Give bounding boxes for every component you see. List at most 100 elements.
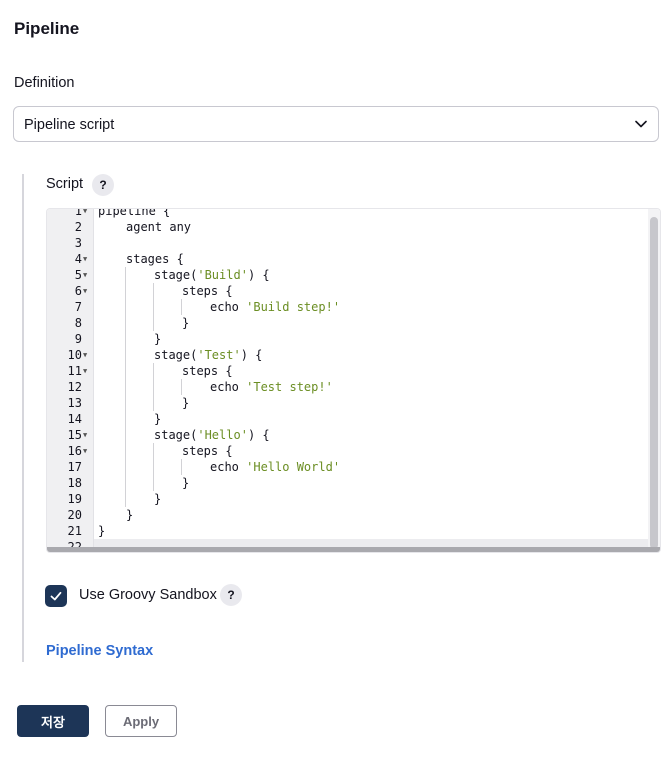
code-token: agent any	[126, 220, 192, 234]
indent-guide	[125, 411, 126, 427]
code-text: stage('Build') {	[154, 267, 270, 283]
indent-guide	[153, 315, 154, 331]
line-number: 4	[74, 252, 82, 266]
code-line[interactable]: 10 ▼ stage('Test') {	[47, 347, 647, 363]
code-string: 'Build step!'	[246, 300, 341, 314]
script-editor[interactable]: 1 ▼ pipeline {2 agent any 3 4 ▼ stages {5 ▼ stage…	[46, 208, 661, 553]
definition-select-value: Pipeline script	[24, 117, 115, 133]
fold-toggle-icon[interactable]: ▼	[83, 283, 87, 299]
section-title: Pipeline	[14, 19, 80, 38]
code-line[interactable]: 15 ▼ stage('Hello') {	[47, 427, 647, 443]
indent-guide	[125, 299, 126, 315]
definition-select[interactable]: Pipeline script	[13, 106, 659, 142]
code-text: pipeline {	[98, 209, 170, 219]
code-line[interactable]: 21}	[47, 523, 647, 539]
horizontal-scrollbar[interactable]	[47, 547, 660, 552]
code-token: stage(	[154, 348, 198, 362]
code-line[interactable]: 17 echo 'Hello World'	[47, 459, 647, 475]
code-line[interactable]: 13}	[47, 395, 647, 411]
fold-toggle-icon[interactable]: ▼	[83, 347, 87, 363]
code-token: steps {	[182, 284, 233, 298]
indent-guide	[125, 427, 126, 443]
code-text: }	[154, 331, 161, 347]
indent-guide	[125, 363, 126, 379]
fold-toggle-icon[interactable]: ▼	[83, 443, 87, 459]
indent-guide	[153, 475, 154, 491]
indent-guide	[153, 363, 154, 379]
code-line[interactable]: 8}	[47, 315, 647, 331]
indent-guide	[125, 443, 126, 459]
indent-guide	[153, 283, 154, 299]
code-line[interactable]: 18}	[47, 475, 647, 491]
code-line[interactable]: 20}	[47, 507, 647, 523]
code-text: }	[98, 523, 105, 539]
indent-guide	[125, 379, 126, 395]
code-line[interactable]: 19}	[47, 491, 647, 507]
line-number: 9	[74, 332, 82, 346]
code-text: echo 'Hello World'	[210, 459, 340, 475]
line-number: 13	[67, 396, 82, 410]
code-line[interactable]: 7 echo 'Build step!'	[47, 299, 647, 315]
indent-guide	[181, 379, 182, 395]
checkmark-icon	[50, 591, 62, 601]
code-line[interactable]: 5 ▼ stage('Build') {	[47, 267, 647, 283]
code-line[interactable]: 12 echo 'Test step!'	[47, 379, 647, 395]
groovy-sandbox-label[interactable]: Use Groovy Sandbox	[79, 587, 217, 603]
vertical-scrollbar-thumb[interactable]	[650, 217, 658, 549]
indent-guide	[125, 459, 126, 475]
code-line[interactable]: 4 ▼ stages {	[47, 251, 647, 267]
code-string: 'Test step!'	[246, 380, 333, 394]
fold-toggle-icon[interactable]: ▼	[83, 363, 87, 379]
code-line[interactable]: 11 ▼ steps {	[47, 363, 647, 379]
save-button[interactable]: 저장	[17, 705, 89, 737]
groovy-sandbox-checkbox[interactable]	[45, 585, 67, 607]
code-token: }	[126, 508, 134, 522]
line-number: 20	[67, 508, 82, 522]
code-token: }	[154, 332, 162, 346]
indent-guide	[153, 395, 154, 411]
fold-toggle-icon[interactable]: ▼	[83, 267, 87, 283]
fold-toggle-icon[interactable]: ▼	[83, 427, 87, 443]
line-number: 1	[74, 208, 82, 218]
code-text: }	[182, 395, 189, 411]
code-line[interactable]: 16 ▼ steps {	[47, 443, 647, 459]
script-help-icon[interactable]: ?	[92, 174, 114, 196]
indent-guide	[181, 459, 182, 475]
line-number: 10	[67, 348, 82, 362]
code-line[interactable]: 6 ▼ steps {	[47, 283, 647, 299]
line-number: 3	[74, 236, 82, 250]
code-text: steps {	[182, 283, 233, 299]
fold-toggle-icon[interactable]: ▼	[83, 209, 87, 219]
code-text: steps {	[182, 363, 233, 379]
vertical-scrollbar[interactable]	[648, 209, 660, 552]
apply-button[interactable]: Apply	[105, 705, 177, 737]
code-text: stage('Test') {	[154, 347, 262, 363]
line-number: 7	[74, 300, 82, 314]
indent-guide	[153, 299, 154, 315]
code-line[interactable]: 1 ▼ pipeline {	[47, 208, 647, 219]
chevron-down-icon	[635, 120, 647, 128]
line-number: 2	[74, 220, 82, 234]
code-area[interactable]: 1 ▼ pipeline {2 agent any 3 4 ▼ stages {5 ▼ stage…	[47, 208, 647, 552]
code-line[interactable]: 2 agent any	[47, 219, 647, 235]
code-text: echo 'Build step!'	[210, 299, 340, 315]
indent-guide	[125, 475, 126, 491]
line-number: 18	[67, 476, 82, 490]
indent-guide	[125, 267, 126, 283]
code-string: 'Hello World'	[246, 460, 341, 474]
indent-guide	[153, 459, 154, 475]
code-line[interactable]: 3	[47, 235, 647, 251]
line-number: 15	[67, 428, 82, 442]
sandbox-help-icon[interactable]: ?	[220, 584, 242, 606]
code-string: 'Build'	[197, 268, 248, 282]
code-token: echo	[210, 300, 247, 314]
pipeline-syntax-link[interactable]: Pipeline Syntax	[46, 643, 153, 659]
code-text: }	[154, 411, 161, 427]
indent-guide	[125, 315, 126, 331]
line-number: 6	[74, 284, 82, 298]
code-text: }	[126, 507, 133, 523]
code-line[interactable]: 14}	[47, 411, 647, 427]
definition-label: Definition	[14, 75, 75, 91]
fold-toggle-icon[interactable]: ▼	[83, 251, 87, 267]
code-line[interactable]: 9}	[47, 331, 647, 347]
